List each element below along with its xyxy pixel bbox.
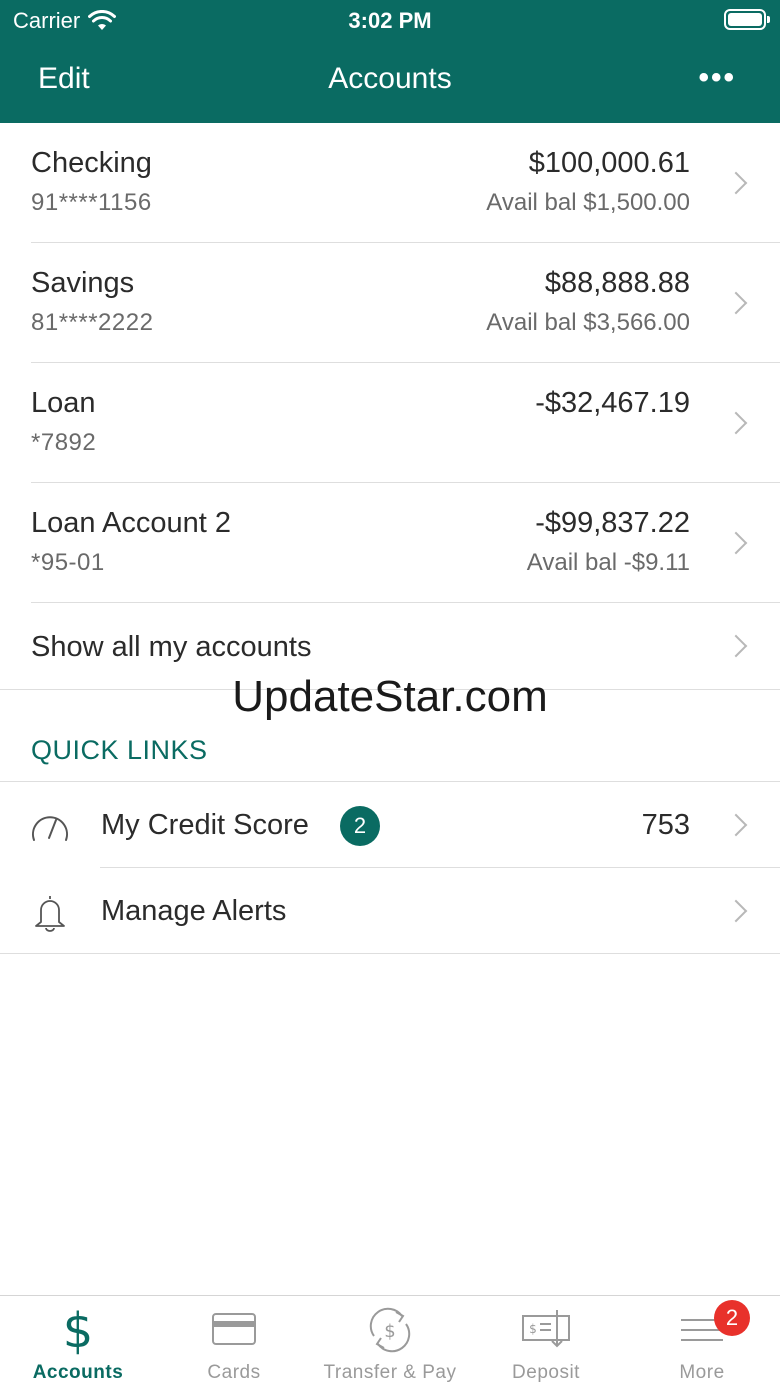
account-balance: $100,000.61 xyxy=(528,147,690,179)
account-number: *95-01 xyxy=(31,549,105,576)
quick-links-list: My Credit Score 2 753 Manage Alerts xyxy=(0,781,780,954)
tab-cards[interactable]: Cards xyxy=(156,1296,312,1387)
watermark: UpdateStar.com xyxy=(232,672,548,721)
gauge-icon xyxy=(32,816,68,841)
available-balance: Avail bal $3,566.00 xyxy=(486,309,690,336)
tab-more[interactable]: More xyxy=(624,1296,780,1387)
account-row-savings[interactable]: Savings 81****2222 $88,888.88 Avail bal … xyxy=(31,243,780,363)
page-title: Accounts xyxy=(328,62,452,95)
transfer-icon: $ xyxy=(369,1307,411,1353)
tab-label: Cards xyxy=(207,1362,261,1383)
account-row-loan-account-2[interactable]: Loan Account 2 *95-01 -$99,837.22 Avail … xyxy=(31,483,780,603)
tab-label: Transfer & Pay xyxy=(323,1362,457,1383)
chevron-right-icon xyxy=(724,634,748,658)
account-name: Loan Account 2 xyxy=(31,507,231,539)
more-options-icon[interactable]: ••• xyxy=(698,63,736,93)
account-number: 81****2222 xyxy=(31,309,154,336)
battery-icon xyxy=(724,9,770,30)
check-deposit-icon: $ xyxy=(522,1310,570,1348)
show-all-accounts-label: Show all my accounts xyxy=(31,631,312,663)
chevron-right-icon xyxy=(724,899,748,923)
dollar-icon: $ xyxy=(62,1303,94,1359)
quick-link-credit-score[interactable]: My Credit Score 2 753 xyxy=(0,782,780,868)
bell-icon xyxy=(35,896,65,932)
account-balance: $88,888.88 xyxy=(544,267,690,299)
account-name: Loan xyxy=(31,387,96,419)
notification-badge: 2 xyxy=(340,806,380,846)
tab-transfer-pay[interactable]: $ Transfer & Pay xyxy=(312,1296,468,1387)
more-notification-badge: 2 xyxy=(714,1300,750,1336)
tab-label: Deposit xyxy=(512,1362,580,1383)
svg-text:$: $ xyxy=(529,1322,537,1336)
account-row-checking[interactable]: Checking 91****1156 $100,000.61 Avail ba… xyxy=(31,123,780,243)
quick-link-label: My Credit Score xyxy=(101,809,309,841)
chevron-right-icon xyxy=(724,411,748,435)
quick-links-header: QUICK LINKS xyxy=(31,735,208,765)
quick-link-label: Manage Alerts xyxy=(101,895,287,927)
chevron-right-icon xyxy=(724,531,748,555)
quick-link-manage-alerts[interactable]: Manage Alerts xyxy=(0,868,780,954)
chevron-right-icon xyxy=(724,291,748,315)
card-icon xyxy=(212,1313,256,1345)
tab-accounts[interactable]: $ Accounts xyxy=(0,1296,156,1387)
app-header: Carrier 3:02 PM Edit Accounts ••• xyxy=(0,0,780,123)
account-name: Savings xyxy=(31,267,135,299)
account-number: 91****1156 xyxy=(31,189,152,216)
tab-label: Accounts xyxy=(32,1362,124,1383)
account-balance: -$99,837.22 xyxy=(535,507,690,539)
chevron-right-icon xyxy=(724,171,748,195)
available-balance: Avail bal -$9.11 xyxy=(526,549,690,576)
svg-text:$: $ xyxy=(384,1321,395,1342)
tab-label: More xyxy=(679,1362,725,1383)
chevron-right-icon xyxy=(724,813,748,837)
available-balance: Avail bal $1,500.00 xyxy=(486,189,690,216)
account-balance: -$32,467.19 xyxy=(535,387,690,419)
status-time: 3:02 PM xyxy=(348,8,432,33)
account-row-loan[interactable]: Loan *7892 -$32,467.19 xyxy=(31,363,780,483)
account-number: *7892 xyxy=(31,429,97,456)
tab-deposit[interactable]: $ Deposit xyxy=(468,1296,624,1387)
tab-bar: $ Accounts Cards $ Transfer & Pay $ Depo… xyxy=(0,1295,780,1387)
accounts-list: Checking 91****1156 $100,000.61 Avail ba… xyxy=(0,123,780,690)
credit-score-value: 753 xyxy=(641,809,690,841)
account-name: Checking xyxy=(31,147,152,179)
status-bar: Carrier 3:02 PM xyxy=(0,0,780,42)
